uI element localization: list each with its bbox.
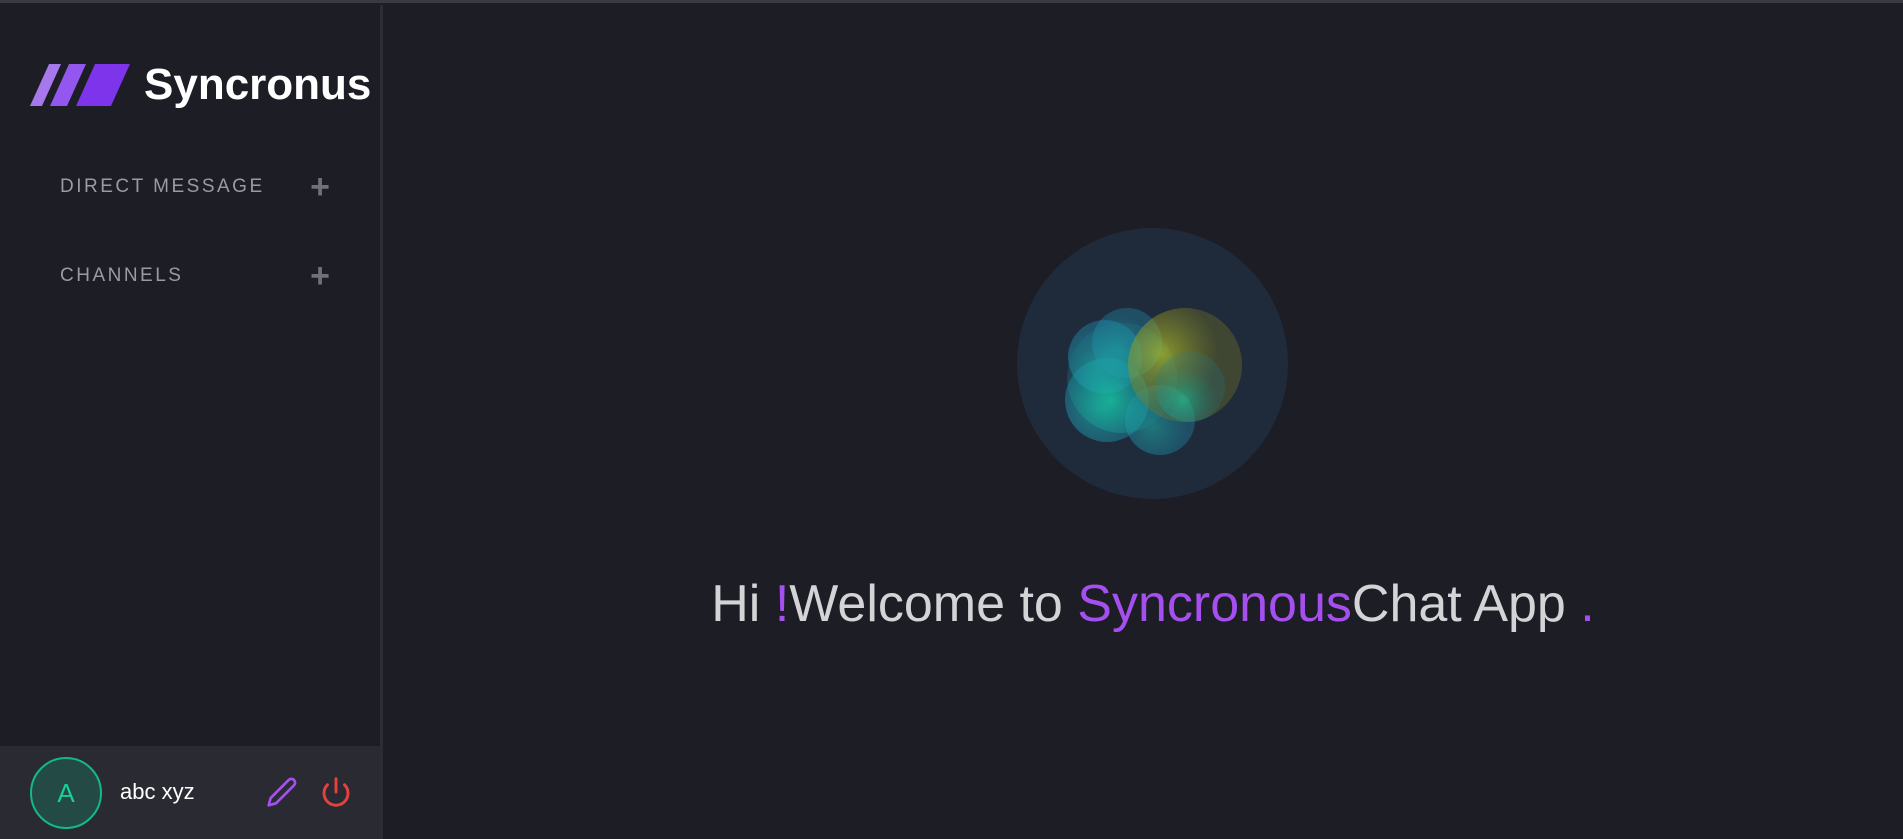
bubbles-animation-icon	[1065, 308, 1242, 455]
welcome-message: Hi !Welcome to SyncronousChat App .	[383, 574, 1903, 634]
sidebar: Syncronus DIRECT MESSAGE + CHANNELS + A …	[0, 5, 383, 839]
channels-label: CHANNELS	[60, 265, 184, 286]
direct-message-section: DIRECT MESSAGE +	[60, 170, 330, 204]
welcome-brand: Syncronous	[1077, 575, 1352, 633]
add-channel-plus-icon[interactable]: +	[310, 259, 330, 293]
user-profile-bar: A abc xyz	[0, 746, 380, 839]
welcome-exclaim: !	[774, 575, 790, 633]
welcome-rest: Chat App	[1351, 575, 1581, 633]
power-icon[interactable]	[320, 776, 352, 808]
avatar-initial: A	[57, 777, 75, 808]
welcome-dot: .	[1580, 575, 1595, 633]
pencil-icon[interactable]	[266, 776, 298, 808]
channels-section: CHANNELS +	[60, 259, 330, 293]
add-direct-message-plus-icon[interactable]: +	[310, 170, 330, 204]
user-name: abc xyz	[120, 779, 195, 804]
direct-message-label: DIRECT MESSAGE	[60, 176, 265, 197]
app-name: Syncronus	[144, 60, 372, 109]
avatar[interactable]: A	[30, 757, 102, 829]
app-logo: Syncronus	[30, 60, 371, 110]
logo-stripes-icon	[30, 64, 130, 106]
welcome-to: Welcome to	[789, 575, 1078, 633]
welcome-hi: Hi	[711, 575, 775, 633]
